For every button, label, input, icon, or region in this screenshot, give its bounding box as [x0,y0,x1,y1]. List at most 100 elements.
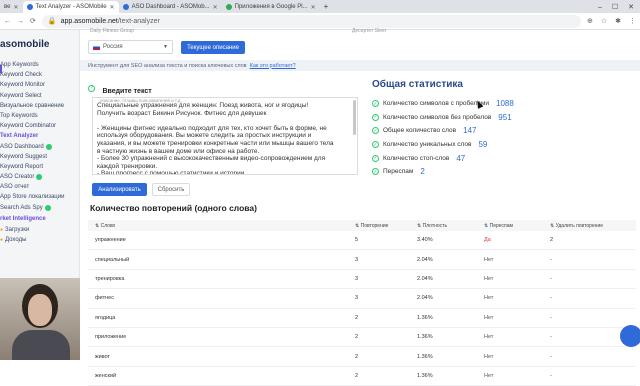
header-count[interactable]: ⇅ Повторение [355,223,417,229]
browser-tab-partial[interactable]: ве ✕ [0,1,23,13]
close-icon[interactable]: ✕ [311,4,316,11]
table-body: упражнение 5 3.40% Да 2 специальный 3 2.04% Нет -… [88,231,636,386]
zoom-icon[interactable]: ⊕ [587,17,593,25]
sidebar-item-label: ASO отчет [0,184,30,191]
header-word[interactable]: ⇅ Слово [88,223,355,229]
cell-spam: Нет [484,372,494,379]
how-it-works-link[interactable]: Как это работает? [250,63,296,69]
cell-word: фитнес [95,295,114,302]
logo: asomobile [0,39,50,50]
sidebar-item[interactable]: ASO Creator [0,172,79,182]
sidebar-item[interactable]: App Keywords [0,60,79,70]
stat-row: ✓ Количество символов без пробелов 951 [372,111,632,125]
faded-app-name: Daily Fitness Group [90,28,134,34]
url-path: /text-analyzer [117,17,160,25]
sidebar-item-label: Keyword Report [0,163,44,170]
extensions-icon[interactable]: ✱ [615,17,621,25]
close-icon[interactable]: ✕ [13,4,18,11]
sidebar-item[interactable]: ASO Dashboard [0,142,79,152]
tab-label: ASO Dashboard - ASOMob... [131,4,210,10]
maximize-icon[interactable]: ☐ [612,3,618,11]
cell-spam: Нет [484,256,494,263]
sidebar-item[interactable]: ● Загрузки [0,225,79,235]
header-spam[interactable]: ⇅ Переспам [484,223,550,229]
cell-remove: - [550,275,552,282]
cell-spam: Нет [484,353,494,360]
sidebar-item[interactable]: Keyword Combinator [0,121,79,131]
cell-density: 1.36% [417,353,433,360]
browser-tab-text-analyzer[interactable]: Text Analyzer - ASOMobile ✕ [22,1,119,13]
analyze-button[interactable]: Анализировать [92,183,147,196]
faded-app-name-2: Десертет Sleer [352,28,387,34]
header-density[interactable]: ⇅ Плотность [417,223,484,229]
sidebar-item[interactable]: Keyword Check [0,70,79,80]
sidebar-items: App Keywords Keyword Check Keyword Monitor… [0,60,79,213]
new-tab-button[interactable]: + [320,1,333,13]
country-select[interactable]: Россия ▼ [88,40,173,54]
cell-remove: - [550,256,552,263]
sidebar-item[interactable]: Keyword Suggest [0,152,79,162]
sidebar-item[interactable]: Keyword Monitor [0,80,79,90]
close-icon[interactable]: ✕ [110,4,115,11]
new-badge-icon [44,204,51,211]
table-row: живот 2 1.36% Нет - [88,347,636,367]
sidebar-item[interactable]: Search Ads Spy [0,203,79,213]
table-row: специальный 3 2.04% Нет - [88,250,636,270]
reset-button[interactable]: Сбросить [152,183,190,196]
sidebar-item[interactable]: App Store локализации [0,192,79,202]
back-icon[interactable]: ← [4,18,11,25]
chat-widget-icon[interactable] [620,325,640,347]
minimize-icon[interactable]: – [598,4,602,11]
sidebar-item[interactable]: ● Доходы [0,235,79,245]
menu-icon[interactable]: ⋮ [629,17,636,25]
close-icon[interactable]: ✕ [213,4,218,11]
sidebar-section-market-intelligence: rket Intelligence [0,215,46,222]
current-description-button[interactable]: Текущее описание [181,41,245,54]
text-line: - Более 30 упражнений с высококачественн… [97,155,326,163]
sidebar-item[interactable]: Keyword Report [0,162,79,172]
sidebar-item-label: ASO Creator [0,174,35,181]
stat-label: Количество стоп-слов [383,154,450,162]
general-stats: Общая статистика ✓ Количество символов с … [372,79,632,179]
text-input-area[interactable]: Специальные упражнения для женщин: Поезд… [92,97,358,175]
header-label: Переспам [489,222,513,229]
check-icon: ✓ [372,100,379,108]
google-play-icon [225,4,232,10]
browser-tab-google-play[interactable]: Приложения в Google Pl... ✕ [222,1,320,13]
presenter-face [28,294,52,326]
cell-word: тренировка [95,275,125,282]
url-field[interactable]: 🔒 app.asomobile.net/text-analyzer [41,14,581,28]
close-window-icon[interactable]: ✕ [628,3,634,11]
cell-density: 1.36% [417,314,433,321]
star-icon[interactable]: ☆ [601,17,607,25]
main-content: Daily Fitness Group Десертет Sleer Росси… [80,28,640,386]
table-row: ягодица 2 1.36% Нет - [88,309,636,328]
browser-toolbar: ⊕ ☆ ✱ ⋮ [587,17,636,25]
reload-icon[interactable]: ⟳ [30,17,36,25]
sidebar-item-label: App Keywords [0,62,39,68]
sidebar-item[interactable]: ASO отчет [0,182,79,192]
input-title: Введите текст [102,88,152,95]
browser-tab-aso-dashboard[interactable]: ASO Dashboard - ASOMob... ✕ [119,1,222,13]
textarea-scrollbar[interactable] [353,100,356,135]
cell-word: приложение [95,334,127,341]
forward-icon[interactable]: → [17,18,24,25]
cell-count: 3 [355,295,359,302]
sidebar-item[interactable]: Top Keywords [0,111,79,121]
help-icon[interactable]: ? [88,85,95,93]
sidebar-item[interactable]: Text Analyzer [0,131,79,141]
text-lines: Специальные упражнения для женщин: Поезд… [97,102,349,174]
header-label: Слово [100,222,116,229]
cell-count: 2 [355,334,359,341]
cell-remove: - [550,353,552,360]
sidebar-item[interactable]: Keyword Select [0,91,79,101]
cell-spam: Да [484,237,491,244]
text-line: Получить возраст Бикини Рисунок. Фитнес … [97,109,267,117]
sidebar-item[interactable]: Визуальное сравнение [0,101,79,111]
text-line [97,117,349,125]
sidebar-item-label: Text Analyzer [0,133,39,140]
cell-density: 3.40% [417,237,433,244]
sidebar-item-label: Keyword Combinator [0,123,57,130]
browser-tab-bar: ве ✕ Text Analyzer - ASOMobile ✕ ASO Das… [0,0,640,13]
header-remove[interactable]: ⇅ Удалить повторение [550,223,636,229]
